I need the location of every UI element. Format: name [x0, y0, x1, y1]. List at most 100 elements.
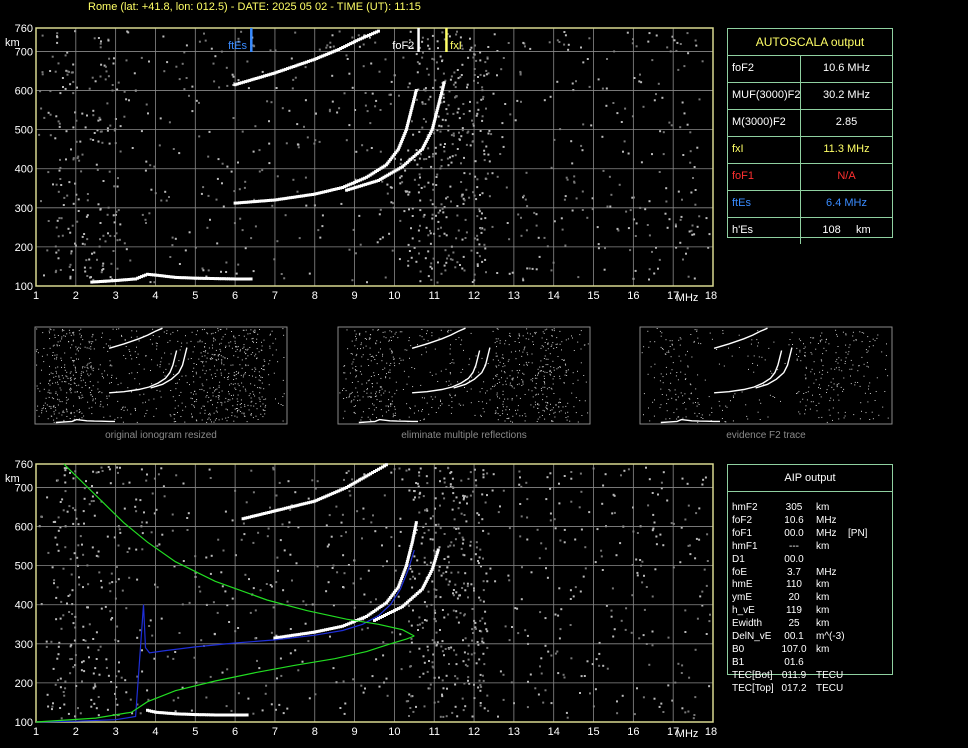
noise-dot [110, 382, 112, 383]
noise-dot [481, 674, 484, 677]
noise-dot [442, 211, 445, 214]
noise-dot [463, 514, 466, 516]
noise-dot [468, 110, 471, 113]
noise-dot [463, 172, 466, 175]
noise-dot [758, 399, 760, 401]
noise-dot [123, 90, 126, 93]
noise-dot [69, 275, 72, 278]
noise-dot [218, 353, 220, 355]
noise-dot [104, 605, 107, 608]
noise-dot [668, 389, 670, 390]
noise-dot [482, 589, 485, 592]
noise-dot [452, 251, 455, 254]
noise-dot [445, 261, 448, 264]
noise-dot [524, 198, 527, 201]
noise-dot [844, 360, 846, 362]
noise-dot [408, 208, 410, 211]
noise-dot [450, 541, 453, 544]
noise-dot [456, 30, 458, 33]
noise-dot [563, 475, 566, 477]
noise-dot [431, 580, 434, 583]
noise-dot [296, 190, 299, 193]
noise-dot [259, 329, 260, 330]
noise-dot [356, 391, 358, 393]
noise-dot [684, 631, 687, 633]
noise-dot [232, 398, 234, 400]
noise-dot [123, 409, 125, 411]
noise-dot [485, 271, 487, 274]
noise-dot [483, 153, 486, 156]
noise-dot [351, 363, 353, 365]
noise-dot [566, 375, 568, 376]
noise-dot [56, 41, 59, 44]
noise-dot [454, 154, 457, 157]
noise-dot [549, 519, 552, 522]
noise-dot [110, 364, 112, 366]
noise-dot [130, 354, 132, 356]
noise-dot [555, 404, 557, 406]
noise-dot [689, 150, 692, 153]
noise-dot [88, 258, 91, 261]
noise-dot [43, 348, 45, 349]
noise-dot [101, 141, 104, 144]
noise-dot [647, 40, 650, 43]
noise-dot [522, 41, 525, 44]
noise-dot [634, 269, 637, 272]
noise-dot [71, 613, 74, 615]
noise-dot [440, 272, 443, 275]
noise-dot [679, 337, 681, 339]
noise-dot [463, 156, 465, 159]
noise-dot [506, 406, 508, 408]
noise-dot [223, 364, 225, 366]
noise-dot [70, 371, 72, 373]
noise-dot [516, 370, 518, 371]
noise-dot [511, 386, 513, 388]
noise-dot [826, 421, 828, 423]
noise-dot [665, 339, 667, 341]
noise-dot [375, 598, 377, 601]
noise-dot [852, 331, 854, 333]
noise-dot [437, 47, 439, 50]
noise-dot [836, 335, 838, 337]
noise-dot [495, 355, 497, 357]
noise-dot [570, 140, 573, 143]
noise-dot [421, 126, 424, 129]
noise-dot [252, 391, 254, 393]
autoscala-value: 108 km [822, 224, 871, 236]
noise-dot [69, 372, 71, 374]
noise-dot [559, 628, 562, 631]
noise-dot [128, 547, 131, 550]
noise-dot [60, 717, 63, 720]
noise-dot [342, 554, 345, 557]
noise-dot [668, 121, 671, 124]
noise-dot [168, 196, 170, 198]
noise-dot [188, 94, 190, 97]
noise-dot [536, 377, 538, 379]
noise-dot [561, 359, 563, 360]
noise-dot [86, 193, 89, 195]
noise-dot [414, 577, 416, 580]
noise-dot [655, 93, 657, 96]
noise-dot [475, 541, 478, 544]
noise-dot [501, 122, 504, 125]
noise-dot [854, 381, 856, 383]
noise-dot [123, 507, 126, 510]
noise-dot [265, 583, 268, 585]
noise-dot [90, 373, 92, 375]
noise-dot [458, 138, 461, 141]
noise-dot [254, 637, 257, 640]
noise-dot [339, 707, 342, 709]
noise-dot [217, 158, 220, 161]
noise-dot [279, 539, 282, 542]
noise-dot [525, 229, 528, 232]
noise-dot [511, 626, 513, 628]
noise-dot [409, 30, 412, 33]
noise-dot [499, 670, 502, 673]
noise-dot [690, 229, 693, 232]
noise-dot [837, 394, 839, 396]
noise-dot [424, 87, 427, 90]
noise-dot [480, 414, 482, 416]
noise-dot [261, 341, 262, 343]
noise-dot [496, 355, 498, 357]
noise-dot [222, 336, 224, 338]
